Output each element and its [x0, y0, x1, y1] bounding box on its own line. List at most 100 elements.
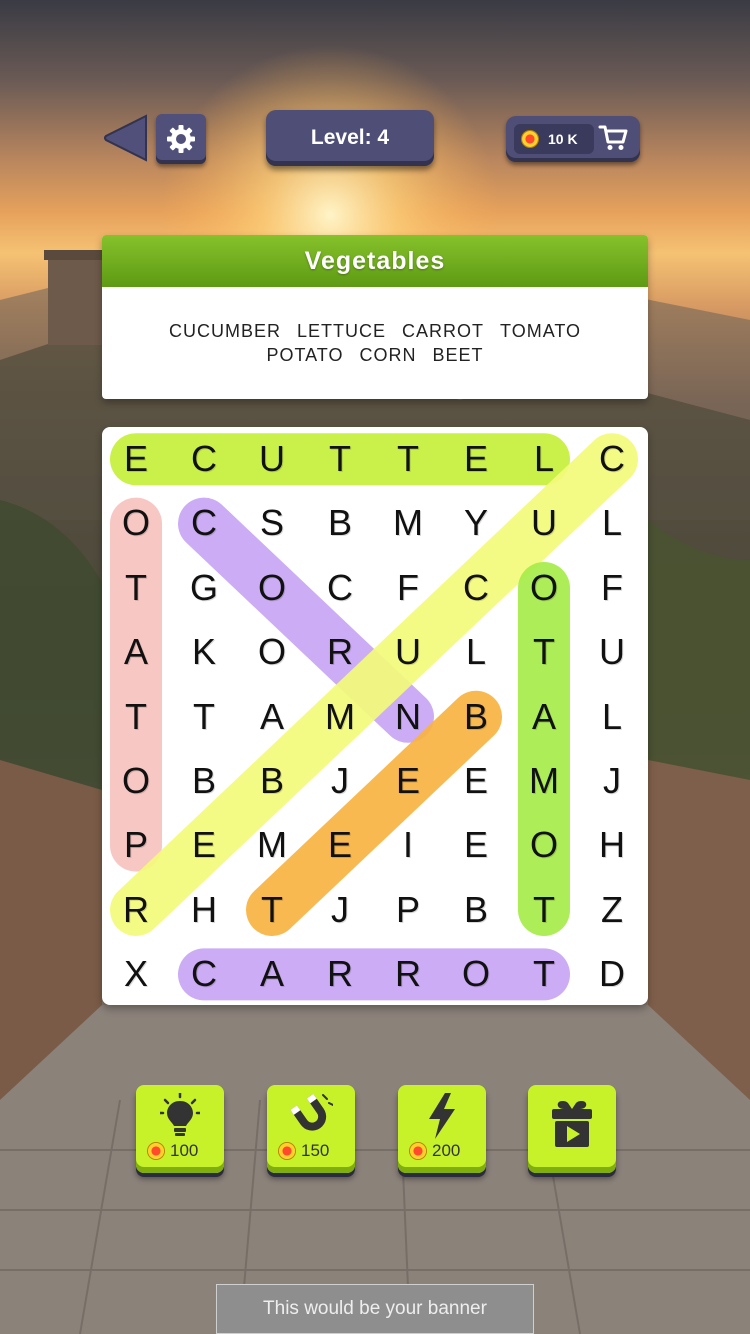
letter-cell[interactable]: U: [510, 491, 578, 555]
letter-cell[interactable]: B: [442, 685, 510, 749]
ad-banner[interactable]: This would be your banner: [216, 1284, 534, 1334]
letter-cell[interactable]: T: [102, 685, 170, 749]
word-item: CUCUMBER: [168, 321, 281, 341]
letter-cell[interactable]: J: [578, 749, 646, 813]
letter-cell[interactable]: E: [442, 749, 510, 813]
cost-value: 100: [170, 1141, 199, 1160]
lightning-icon: [429, 1093, 455, 1139]
letter-cell[interactable]: O: [442, 942, 510, 1006]
lightbulb-icon: [160, 1093, 200, 1136]
cost-value: 200: [432, 1141, 461, 1160]
letter-cell[interactable]: T: [510, 878, 578, 942]
letter-cell[interactable]: A: [238, 942, 306, 1006]
cost-value: 150: [301, 1141, 330, 1160]
letter-cell[interactable]: Y: [442, 491, 510, 555]
letter-cell[interactable]: D: [578, 942, 646, 1006]
letter-cell[interactable]: C: [442, 556, 510, 620]
letter-cell[interactable]: U: [238, 427, 306, 491]
back-button[interactable]: [104, 114, 148, 162]
lightning-powerup-button[interactable]: 200: [398, 1085, 486, 1173]
word-search-grid[interactable]: ECUTTELCOCSBMYULTGOCFCOFAKORULTUTTAMNBAL…: [102, 427, 648, 1005]
letter-cell[interactable]: N: [374, 685, 442, 749]
letter-cell[interactable]: R: [306, 942, 374, 1006]
letter-cell[interactable]: T: [510, 942, 578, 1006]
letter-cell[interactable]: L: [510, 427, 578, 491]
letter-cell[interactable]: H: [578, 813, 646, 877]
letter-cell[interactable]: F: [374, 556, 442, 620]
letter-cell[interactable]: T: [102, 556, 170, 620]
letter-cell[interactable]: C: [578, 427, 646, 491]
letter-cell[interactable]: E: [102, 427, 170, 491]
letter-cell[interactable]: T: [306, 427, 374, 491]
word-item: BEET: [432, 345, 484, 365]
letter-cell[interactable]: A: [102, 620, 170, 684]
video-gift-button[interactable]: [528, 1085, 616, 1173]
letter-cell[interactable]: E: [306, 813, 374, 877]
letter-cell[interactable]: R: [374, 942, 442, 1006]
letter-cell[interactable]: B: [306, 491, 374, 555]
letter-cell[interactable]: C: [170, 491, 238, 555]
magnet-powerup-button[interactable]: 150: [267, 1085, 355, 1173]
letter-cell[interactable]: L: [578, 685, 646, 749]
letter-cell[interactable]: B: [170, 749, 238, 813]
magnet-cost: 150: [279, 1141, 329, 1161]
letter-cell[interactable]: G: [170, 556, 238, 620]
letter-cell[interactable]: O: [510, 556, 578, 620]
letter-cell[interactable]: X: [102, 942, 170, 1006]
letter-cell[interactable]: O: [238, 556, 306, 620]
letter-cell[interactable]: L: [442, 620, 510, 684]
letter-cell[interactable]: T: [170, 685, 238, 749]
letter-cell[interactable]: B: [238, 749, 306, 813]
letter-cell[interactable]: C: [306, 556, 374, 620]
letter-cell[interactable]: O: [102, 491, 170, 555]
letter-cell[interactable]: U: [578, 620, 646, 684]
magnet-icon: [290, 1093, 333, 1131]
letter-cell[interactable]: L: [578, 491, 646, 555]
letter-cell[interactable]: J: [306, 878, 374, 942]
letter-cell[interactable]: O: [238, 620, 306, 684]
letter-cell[interactable]: A: [510, 685, 578, 749]
cart-icon[interactable]: [598, 124, 628, 152]
letter-cell[interactable]: I: [374, 813, 442, 877]
coin-counter: 10 K: [514, 124, 594, 154]
coin-amount: 10 K: [548, 131, 578, 147]
letter-grid[interactable]: ECUTTELCOCSBMYULTGOCFCOFAKORULTUTTAMNBAL…: [102, 427, 648, 1005]
letter-cell[interactable]: T: [374, 427, 442, 491]
word-list: CUCUMBER LETTUCE CARROT TOMATO POTATO CO…: [102, 287, 648, 367]
hint-powerup-button[interactable]: 100: [136, 1085, 224, 1173]
letter-cell[interactable]: P: [374, 878, 442, 942]
letter-cell[interactable]: R: [306, 620, 374, 684]
letter-cell[interactable]: M: [306, 685, 374, 749]
banner-text: This would be your banner: [263, 1298, 487, 1319]
letter-cell[interactable]: M: [374, 491, 442, 555]
letter-cell[interactable]: T: [238, 878, 306, 942]
coin-icon: [410, 1143, 426, 1159]
letter-cell[interactable]: E: [170, 813, 238, 877]
word-item: LETTUCE: [296, 321, 386, 341]
letter-cell[interactable]: C: [170, 942, 238, 1006]
letter-cell[interactable]: E: [442, 813, 510, 877]
word-item: CORN: [359, 345, 417, 365]
word-item: CARROT: [402, 321, 485, 341]
letter-cell[interactable]: C: [170, 427, 238, 491]
letter-cell[interactable]: E: [374, 749, 442, 813]
letter-cell[interactable]: H: [170, 878, 238, 942]
letter-cell[interactable]: E: [442, 427, 510, 491]
letter-cell[interactable]: J: [306, 749, 374, 813]
letter-cell[interactable]: K: [170, 620, 238, 684]
letter-cell[interactable]: M: [510, 749, 578, 813]
letter-cell[interactable]: U: [374, 620, 442, 684]
letter-cell[interactable]: O: [102, 749, 170, 813]
letter-cell[interactable]: O: [510, 813, 578, 877]
coin-balance[interactable]: 10 K: [506, 116, 640, 162]
letter-cell[interactable]: P: [102, 813, 170, 877]
letter-cell[interactable]: B: [442, 878, 510, 942]
letter-cell[interactable]: F: [578, 556, 646, 620]
settings-button[interactable]: [156, 114, 206, 164]
letter-cell[interactable]: T: [510, 620, 578, 684]
letter-cell[interactable]: Z: [578, 878, 646, 942]
letter-cell[interactable]: A: [238, 685, 306, 749]
letter-cell[interactable]: S: [238, 491, 306, 555]
letter-cell[interactable]: R: [102, 878, 170, 942]
letter-cell[interactable]: M: [238, 813, 306, 877]
